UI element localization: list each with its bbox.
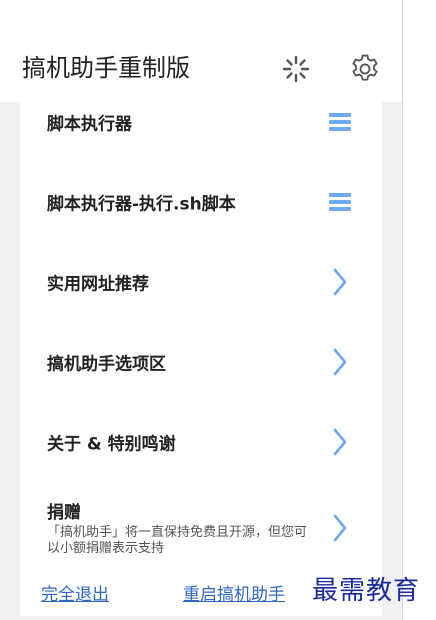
menu-icon	[329, 193, 351, 211]
menu-item-label: 脚本执行器	[47, 114, 132, 135]
menu-item-options[interactable]: 搞机助手选项区	[20, 322, 382, 402]
menu-item-donate[interactable]: 捐赠 「搞机助手」将一直保持免费且开源，但您可以小额捐赠表示支持	[20, 482, 382, 566]
chevron-right-icon	[333, 268, 347, 296]
app-title: 搞机助手重制版	[22, 54, 190, 82]
gear-icon[interactable]	[348, 52, 382, 86]
menu-item-script-executor-sh[interactable]: 脚本执行器-执行.sh脚本	[20, 162, 382, 242]
menu-item-label: 脚本执行器-执行.sh脚本	[47, 194, 236, 215]
menu-item-label: 关于 & 特别鸣谢	[47, 434, 176, 455]
window-edge	[402, 0, 403, 620]
donate-description: 「搞机助手」将一直保持免费且开源，但您可以小额捐赠表示支持	[47, 525, 308, 556]
chevron-right-icon	[333, 514, 347, 542]
menu-item-script-executor[interactable]: 脚本执行器	[20, 82, 382, 162]
menu-item-about[interactable]: 关于 & 特别鸣谢	[20, 402, 382, 482]
restart-link[interactable]: 重启搞机助手	[183, 580, 285, 605]
exit-link[interactable]: 完全退出	[41, 580, 109, 605]
chevron-right-icon	[333, 428, 347, 456]
menu-item-label: 实用网址推荐	[47, 274, 149, 295]
watermark: 最需教育	[312, 576, 421, 606]
menu-item-useful-urls[interactable]: 实用网址推荐	[20, 242, 382, 322]
donate-label: 捐赠	[47, 503, 81, 523]
spinner-icon	[282, 55, 310, 83]
menu-item-label: 搞机助手选项区	[47, 354, 166, 375]
menu-icon	[329, 113, 351, 131]
chevron-right-icon	[333, 348, 347, 376]
